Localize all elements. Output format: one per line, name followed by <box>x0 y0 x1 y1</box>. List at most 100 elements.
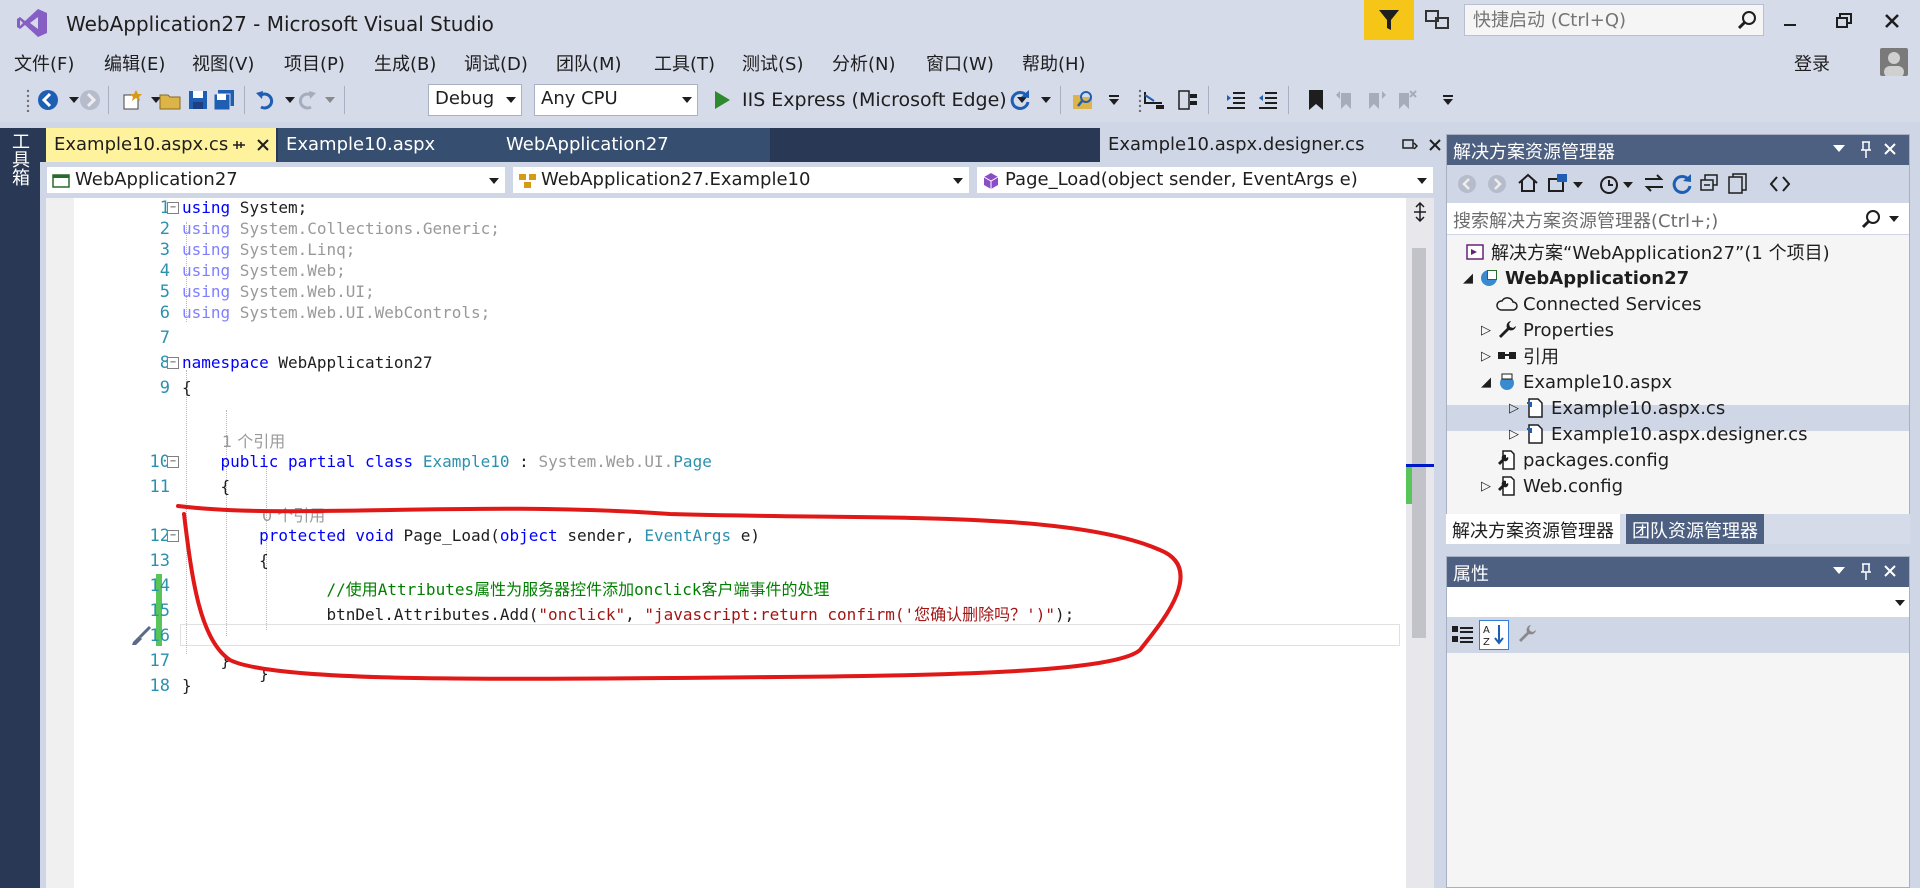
quick-launch-box[interactable] <box>1464 4 1764 36</box>
navigate-back-icon[interactable] <box>36 88 60 112</box>
view-code-icon[interactable] <box>1769 174 1791 194</box>
tree-item-project[interactable]: ◢ WebApplication27 <box>1459 265 1689 291</box>
close-panel-icon[interactable] <box>1883 564 1897 578</box>
quick-actions-brush-icon[interactable] <box>130 626 152 646</box>
code-line-18[interactable]: 18} <box>46 676 1406 700</box>
switch-views-dropdown-icon[interactable] <box>1573 182 1583 188</box>
promote-tab-icon[interactable] <box>1402 139 1418 151</box>
toolbar-overflow-icon[interactable] <box>1102 88 1126 112</box>
code-line-16[interactable]: 16 } <box>46 626 1406 683</box>
tree-item-solution[interactable]: 解决方案“WebApplication27”(1 个项目) <box>1463 239 1830 265</box>
editor-vertical-scrollbar[interactable] <box>1406 198 1434 888</box>
toolbox-tab[interactable]: 工具箱 <box>9 132 32 186</box>
dropdown-arrow-icon[interactable] <box>1895 600 1905 606</box>
tab-webapplication27[interactable]: WebApplication27 <box>498 128 770 162</box>
code-line-13[interactable]: 13 { <box>46 551 1406 575</box>
tree-item-connected-services[interactable]: Connected Services <box>1495 291 1702 317</box>
collapsed-arrow-icon[interactable]: ▷ <box>1505 427 1523 442</box>
menu-edit[interactable]: 编辑(E) <box>104 50 165 76</box>
collapse-toggle-icon[interactable]: − <box>167 530 179 542</box>
bookmark-icon[interactable] <box>1304 88 1328 112</box>
tab-team-explorer[interactable]: 团队资源管理器 <box>1626 514 1764 544</box>
split-window-icon[interactable] <box>1412 202 1428 222</box>
switch-views-icon[interactable] <box>1547 173 1569 193</box>
code-line-11[interactable]: 11 { <box>46 477 1406 501</box>
code-editor[interactable]: 1− using System; 2 using System.Collection… <box>46 198 1434 888</box>
forward-icon[interactable] <box>1487 174 1507 194</box>
tree-item-properties[interactable]: ▷ Properties <box>1477 317 1614 343</box>
codelens-method-row[interactable]: 0 个引用 <box>46 502 1406 526</box>
new-project-icon[interactable] <box>120 88 144 112</box>
find-in-files-icon[interactable] <box>1072 88 1096 112</box>
collapse-toggle-icon[interactable]: − <box>167 456 179 468</box>
navigate-forward-icon[interactable] <box>78 88 102 112</box>
pending-dropdown-icon[interactable] <box>1623 182 1633 188</box>
menu-file[interactable]: 文件(F) <box>14 50 74 76</box>
sign-in-link[interactable]: 登录 <box>1794 50 1830 76</box>
solution-configuration-dropdown[interactable]: Debug <box>428 84 522 116</box>
type-dropdown[interactable]: WebApplication27.Example10 <box>512 166 970 194</box>
collapsed-arrow-icon[interactable]: ▷ <box>1477 323 1495 338</box>
code-line-12[interactable]: 12− protected void Page_Load(object send… <box>46 526 1406 550</box>
home-icon[interactable] <box>1517 173 1539 193</box>
tree-item-example10-aspx[interactable]: ◢ Example10.aspx <box>1477 369 1672 395</box>
account-avatar-icon[interactable] <box>1880 48 1908 76</box>
properties-object-dropdown[interactable] <box>1447 587 1909 617</box>
menu-team[interactable]: 团队(M) <box>556 50 622 76</box>
code-line-9[interactable]: 9{ <box>46 378 1406 402</box>
previous-bookmark-icon[interactable] <box>1334 88 1358 112</box>
menu-view[interactable]: 视图(V) <box>192 50 254 76</box>
collapsed-arrow-icon[interactable]: ▷ <box>1505 401 1523 416</box>
codelens-references[interactable]: 0 个引用 <box>262 502 325 526</box>
menu-analyze[interactable]: 分析(N) <box>832 50 896 76</box>
categorized-icon[interactable] <box>1451 624 1475 646</box>
tree-item-packages-config[interactable]: packages.config <box>1495 447 1669 473</box>
tree-item-references[interactable]: ▷ 引用 <box>1477 343 1559 369</box>
solution-explorer-search[interactable]: 搜索解决方案资源管理器(Ctrl+;) <box>1447 203 1909 235</box>
step-into-icon[interactable] <box>1142 88 1166 112</box>
collapse-toggle-icon[interactable]: − <box>167 202 179 214</box>
codelens-class-row[interactable]: 1 个引用 <box>46 428 1406 452</box>
tree-item-example10-designer[interactable]: ▷ Example10.aspx.designer.cs <box>1505 421 1807 447</box>
save-icon[interactable] <box>186 88 210 112</box>
redo-dropdown-icon[interactable] <box>318 88 342 112</box>
quick-launch-input[interactable] <box>1465 5 1725 35</box>
expanded-arrow-icon[interactable]: ◢ <box>1477 375 1495 390</box>
redo-icon[interactable] <box>294 88 318 112</box>
code-area[interactable]: 1− using System; 2 using System.Collection… <box>46 198 1406 888</box>
back-icon[interactable] <box>1457 174 1477 194</box>
tab-solution-explorer[interactable]: 解决方案资源管理器 <box>1446 514 1620 544</box>
code-line-7[interactable]: 7 <box>46 328 1406 352</box>
search-options-dropdown-icon[interactable] <box>1889 216 1899 222</box>
close-panel-icon[interactable] <box>1883 142 1897 156</box>
tree-item-example10-aspx-cs[interactable]: ▷ Example10.aspx.cs <box>1505 395 1725 421</box>
pending-changes-filter-icon[interactable] <box>1597 173 1619 195</box>
restore-button[interactable] <box>1824 6 1864 36</box>
feedback-icon[interactable] <box>1424 8 1452 34</box>
decrease-indent-icon[interactable] <box>1224 88 1248 112</box>
collapsed-arrow-icon[interactable]: ▷ <box>1477 349 1495 364</box>
menu-window[interactable]: 窗口(W) <box>926 50 994 76</box>
auto-hide-pin-icon[interactable] <box>1859 141 1873 159</box>
codelens-references[interactable]: 1 个引用 <box>222 428 285 452</box>
minimize-button[interactable] <box>1770 6 1810 36</box>
refresh-browser-icon[interactable] <box>1008 88 1032 112</box>
tree-item-web-config[interactable]: ▷ Web.config <box>1477 473 1623 499</box>
expanded-arrow-icon[interactable]: ◢ <box>1459 271 1477 286</box>
menu-help[interactable]: 帮助(H) <box>1022 50 1086 76</box>
increase-indent-icon[interactable] <box>1256 88 1280 112</box>
alphabetical-button[interactable]: AZ <box>1479 620 1509 650</box>
open-file-icon[interactable] <box>158 88 182 112</box>
collapse-all-icon[interactable] <box>1699 173 1721 193</box>
search-icon[interactable] <box>1861 209 1881 229</box>
refresh-icon[interactable] <box>1671 173 1693 195</box>
collapsed-arrow-icon[interactable]: ▷ <box>1477 479 1495 494</box>
window-position-dropdown-icon[interactable] <box>1833 145 1845 153</box>
toolbar-overflow-icon-2[interactable] <box>1436 88 1460 112</box>
tab-example10-aspx-cs[interactable]: Example10.aspx.cs <box>46 128 276 162</box>
close-button[interactable] <box>1872 6 1912 36</box>
start-debugging-button[interactable]: IIS Express (Microsoft Edge) <box>712 84 1027 116</box>
menu-test[interactable]: 测试(S) <box>742 50 803 76</box>
close-tab-icon[interactable] <box>256 138 270 152</box>
project-dropdown[interactable]: WebApplication27 <box>46 166 506 194</box>
